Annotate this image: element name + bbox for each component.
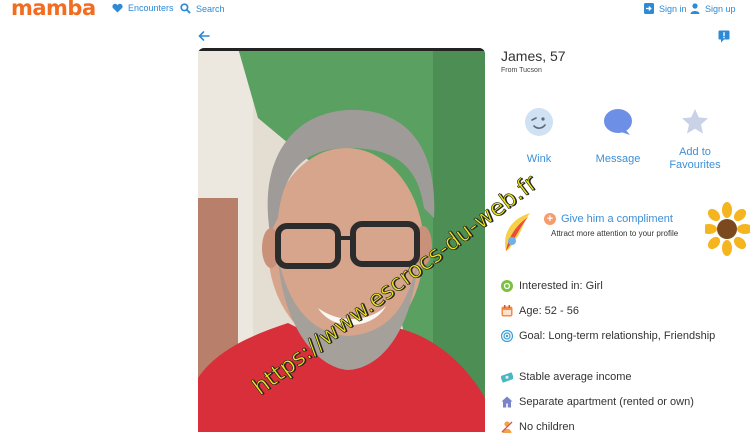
- profile-name: James, 57: [501, 48, 566, 64]
- heart-icon: [112, 3, 123, 13]
- detail-income-text: Stable average income: [519, 371, 632, 383]
- mamba-logo[interactable]: mamba: [11, 0, 96, 20]
- message-label: Message: [595, 153, 641, 165]
- detail-children-text: No children: [519, 421, 575, 433]
- compliment-link[interactable]: + Give him a compliment: [544, 213, 673, 225]
- detail-goal: Goal: Long-term relationship, Friendship: [501, 330, 715, 342]
- signup-button[interactable]: Sign up: [690, 3, 736, 14]
- compliment-title: Give him a compliment: [561, 213, 673, 225]
- wink-icon: [521, 104, 557, 140]
- nav-encounters[interactable]: Encounters: [112, 3, 174, 13]
- photo-top-border: [198, 48, 485, 51]
- nav-encounters-label: Encounters: [128, 3, 174, 13]
- compliment-subtitle: Attract more attention to your profile: [551, 229, 679, 238]
- top-bar: mamba Encounters Search Sign in Sign up: [0, 0, 750, 20]
- nav-search[interactable]: Search: [180, 3, 225, 14]
- signin-label: Sign in: [659, 3, 687, 14]
- favourite-button[interactable]: Add to Favourites: [655, 104, 735, 172]
- detail-age-text: Age: 52 - 56: [519, 305, 579, 317]
- money-icon: [501, 372, 513, 383]
- signin-button[interactable]: Sign in: [644, 3, 687, 14]
- back-arrow-icon[interactable]: [197, 29, 211, 43]
- signup-label: Sign up: [705, 3, 736, 14]
- detail-interested-in: Interested in: Girl: [501, 280, 603, 292]
- signin-icon: [644, 3, 654, 14]
- compliment-banner: + Give him a compliment Attract more att…: [500, 202, 750, 256]
- wink-button[interactable]: Wink: [499, 104, 579, 166]
- detail-interested-in-text: Interested in: Girl: [519, 280, 603, 292]
- detail-children: No children: [501, 421, 575, 433]
- detail-housing-text: Separate apartment (rented or own): [519, 396, 694, 408]
- wing-icon: [505, 213, 530, 251]
- plus-icon: +: [544, 213, 556, 225]
- favourite-label: Add to Favourites: [669, 146, 721, 171]
- detail-income: Stable average income: [501, 371, 632, 383]
- nav-search-label: Search: [196, 3, 225, 14]
- child-icon: [501, 421, 513, 433]
- search-icon: [180, 3, 191, 14]
- target-icon: [501, 330, 513, 342]
- detail-age: Age: 52 - 56: [501, 305, 579, 317]
- message-button[interactable]: Message: [578, 104, 658, 166]
- profile-location: From Tucson: [501, 67, 542, 74]
- calendar-icon: [501, 305, 513, 317]
- wink-label: Wink: [526, 153, 552, 165]
- house-icon: [501, 396, 513, 408]
- star-icon: [677, 104, 713, 140]
- sunflower-icon: [705, 202, 750, 256]
- user-icon: [690, 3, 700, 14]
- detail-goal-text: Goal: Long-term relationship, Friendship: [519, 330, 716, 342]
- detail-housing: Separate apartment (rented or own): [501, 396, 694, 408]
- report-icon[interactable]: [718, 30, 730, 43]
- gender-icon: [501, 280, 513, 292]
- message-icon: [600, 104, 636, 140]
